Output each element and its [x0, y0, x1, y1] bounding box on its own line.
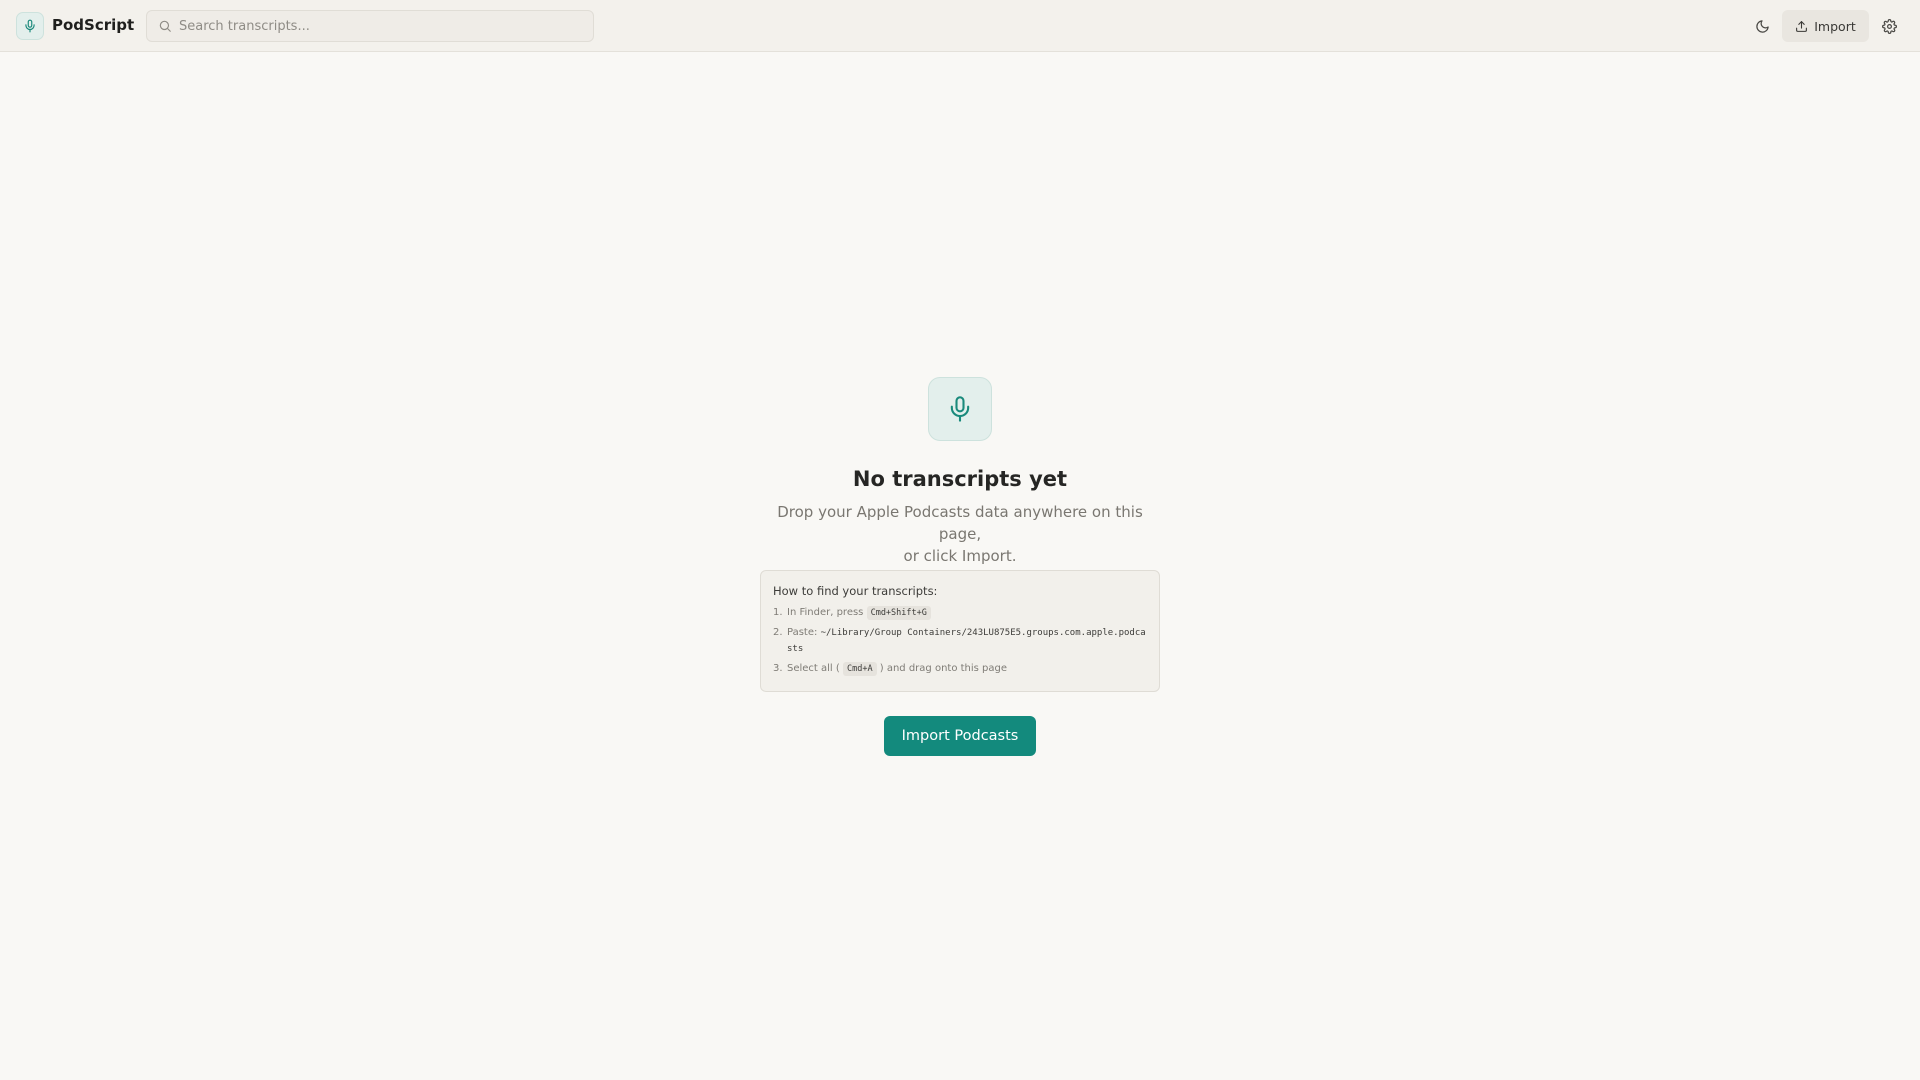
moon-icon: [1755, 19, 1769, 33]
top-bar: PodScript Import: [0, 0, 1920, 52]
step-text-after: ) and drag onto this page: [879, 663, 1008, 674]
instruction-step: 3. Select all ( Cmd+A ) and drag onto th…: [773, 661, 1147, 677]
step-text-before: In Finder, press: [787, 607, 864, 618]
keyboard-shortcut: Cmd+A: [842, 662, 877, 676]
step-text-before: Select all (: [787, 663, 840, 674]
gear-icon: [1881, 18, 1897, 34]
search-bar: [146, 10, 594, 42]
instructions-panel: How to find your transcripts: 1. In Find…: [760, 570, 1160, 692]
empty-state-description-line: Drop your Apple Podcasts data anywhere o…: [777, 503, 1143, 543]
microphone-icon: [950, 396, 970, 422]
step-text-before: Paste:: [787, 627, 818, 638]
instructions-title: How to find your transcripts:: [773, 584, 938, 598]
instruction-step: 1. In Finder, press Cmd+Shift+G: [773, 605, 1147, 621]
app-title: PodScript: [52, 16, 135, 34]
step-number: 2.: [773, 627, 783, 638]
step-number: 1.: [773, 607, 783, 618]
step-number: 3.: [773, 663, 783, 674]
empty-state-description-line: or click Import.: [903, 547, 1017, 565]
upload-icon: [1796, 20, 1808, 32]
theme-toggle-button[interactable]: [1752, 16, 1772, 36]
keyboard-shortcut: Cmd+Shift+G: [866, 606, 931, 620]
step-text: Select all ( Cmd+A ) and drag onto this …: [787, 661, 1147, 677]
settings-button[interactable]: [1879, 16, 1899, 36]
empty-state-icon-box: [928, 377, 992, 441]
import-podcasts-button[interactable]: Import Podcasts: [884, 716, 1036, 756]
step-text: Paste: ~/Library/Group Containers/243LU8…: [787, 625, 1147, 657]
folder-path: ~/Library/Group Containers/243LU875E5.gr…: [787, 628, 1146, 654]
app-logo: [16, 12, 44, 40]
empty-state-description: Drop your Apple Podcasts data anywhere o…: [760, 501, 1160, 567]
search-icon: [159, 20, 171, 32]
empty-state-title: No transcripts yet: [852, 467, 1068, 491]
microphone-icon: [25, 19, 35, 33]
search-input[interactable]: [179, 11, 579, 41]
import-button[interactable]: Import: [1782, 10, 1869, 42]
instruction-step: 2. Paste: ~/Library/Group Containers/243…: [773, 625, 1147, 657]
import-button-label: Import: [1814, 18, 1856, 34]
step-text: In Finder, press Cmd+Shift+G: [787, 605, 1147, 621]
